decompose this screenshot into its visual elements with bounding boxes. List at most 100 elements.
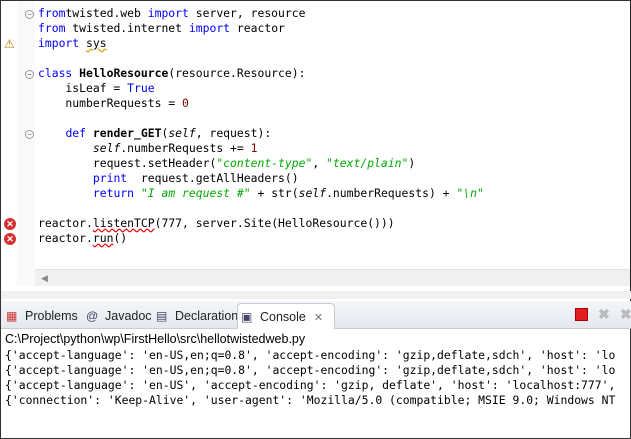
code-token: request.getAllHeaders() [127, 171, 299, 185]
warning-icon[interactable]: ⚠ [4, 38, 16, 50]
code-token: reactor. [38, 231, 93, 245]
code-token: "text/plain" [326, 156, 409, 170]
fold-collapse-icon[interactable]: − [25, 130, 34, 139]
code-token: import [188, 21, 231, 35]
horizontal-scrollbar[interactable]: ◀ [35, 269, 630, 286]
declaration-icon: ▤ [156, 309, 168, 323]
tab-console[interactable]: ▣ Console ✕ [237, 303, 335, 329]
remove-launch-icon[interactable]: ✖ [598, 307, 611, 321]
code-token: listenTCP [92, 216, 155, 230]
close-tab-icon[interactable]: ✕ [314, 312, 323, 324]
scroll-left-icon[interactable]: ◀ [41, 273, 48, 283]
folding-ruler [17, 1, 35, 286]
code-token: import [147, 6, 189, 20]
code-line[interactable]: isLeaf = True [38, 81, 484, 96]
code-token: reactor [230, 21, 285, 35]
code-token: request.setHeader( [38, 156, 217, 170]
console-line: {'connection': 'Keep-Alive', 'user-agent… [5, 393, 616, 407]
code-token: isLeaf = [38, 81, 128, 95]
code-token: twisted.internet [65, 21, 189, 35]
code-token: + str( [250, 186, 299, 200]
error-icon[interactable]: ✕ [4, 233, 16, 245]
code-line[interactable] [38, 201, 484, 216]
console-line: {'accept-language': 'en-US,en;q=0.8', 'a… [5, 363, 616, 377]
code-line[interactable]: fromtwisted.web import server, resource [38, 6, 484, 21]
code-token: reactor. [38, 216, 93, 230]
code-token: 1 [250, 141, 258, 155]
code-token: HelloResource [79, 66, 169, 80]
tab-label: Console [260, 310, 306, 324]
tab-label: Javadoc [105, 309, 152, 323]
code-line[interactable]: reactor.run() [38, 231, 484, 246]
console-line: {'accept-language': 'en-US,en;q=0.8', 'a… [5, 348, 616, 362]
error-icon[interactable]: ✕ [4, 218, 16, 230]
code-text[interactable]: '''fromtwisted.web import server, resour… [38, 0, 484, 246]
code-line[interactable]: numberRequests = 0 [38, 96, 484, 111]
tab-label: Problems [25, 309, 78, 323]
console-icon: ▣ [241, 310, 253, 324]
code-token: () [113, 231, 128, 245]
code-line[interactable]: print request.getAllHeaders() [38, 171, 484, 186]
code-token: self [168, 126, 196, 140]
code-line[interactable]: class HelloResource(resource.Resource): [38, 66, 484, 81]
terminate-icon[interactable] [575, 308, 588, 321]
code-line[interactable] [38, 51, 484, 66]
code-token: ''' [38, 0, 59, 5]
code-token: "\n" [456, 186, 484, 200]
code-token: (resource.Resource): [168, 66, 306, 80]
fold-collapse-icon[interactable]: − [25, 70, 34, 79]
code-line[interactable]: def render_GET(self, request): [38, 126, 484, 141]
panel-tab-bar: ▦ Problems @ Javadoc ▤ Declaration ▣ Console ✕ [1, 301, 631, 329]
code-token: 0 [182, 96, 189, 110]
code-token: def [65, 126, 87, 140]
code-line[interactable]: self.numberRequests += 1 [38, 141, 484, 156]
code-token: ) [408, 156, 416, 170]
tab-javadoc[interactable]: @ Javadoc [83, 303, 152, 329]
code-token: class [38, 66, 73, 80]
code-editor[interactable]: '''fromtwisted.web import server, resour… [1, 0, 631, 291]
code-token: , [312, 156, 327, 170]
code-token: .numberRequests += [120, 141, 251, 155]
code-token: self [298, 186, 327, 200]
code-token: (777, server.Site(HelloResource())) [154, 216, 395, 230]
code-token: from [38, 21, 66, 35]
code-token: server, resource [188, 6, 306, 20]
code-line[interactable]: reactor.listenTCP(777, server.Site(Hello… [38, 216, 484, 231]
remove-all-icon[interactable]: ✖ [620, 307, 631, 321]
code-token: "content-type" [216, 156, 313, 170]
code-token: sys [86, 36, 107, 50]
code-token: self [92, 141, 121, 155]
code-line[interactable]: import sys [38, 36, 484, 51]
code-line[interactable]: from twisted.internet import reactor [38, 21, 484, 36]
fold-collapse-icon[interactable]: − [25, 10, 34, 19]
code-line[interactable] [38, 111, 484, 126]
panel-divider[interactable] [1, 291, 631, 299]
console-output[interactable]: {'accept-language': 'en-US,en;q=0.8', 'a… [5, 348, 615, 408]
at-icon: @ [86, 309, 99, 323]
code-token: run [92, 231, 114, 245]
code-token: "I am request #" [140, 186, 251, 200]
code-token: import [38, 36, 80, 50]
code-token: render_GET [92, 126, 162, 140]
tab-declaration[interactable]: ▤ Declaration [153, 303, 238, 329]
code-token: , request): [195, 126, 272, 140]
console-line: {'accept-language': 'en-US', 'accept-enc… [5, 378, 616, 392]
code-token: numberRequests = [38, 96, 183, 110]
code-line[interactable]: return "I am request #" + str(self.numbe… [38, 186, 484, 201]
code-token: return [92, 186, 135, 200]
problems-icon: ▦ [6, 309, 18, 323]
tab-problems[interactable]: ▦ Problems [3, 303, 81, 329]
code-line[interactable]: request.setHeader("content-type", "text/… [38, 156, 484, 171]
code-token: True [127, 81, 155, 95]
code-token: print [92, 171, 128, 185]
code-token: from [38, 6, 66, 20]
code-token: .numberRequests) + [326, 186, 457, 200]
code-token: twisted.web [65, 6, 148, 20]
